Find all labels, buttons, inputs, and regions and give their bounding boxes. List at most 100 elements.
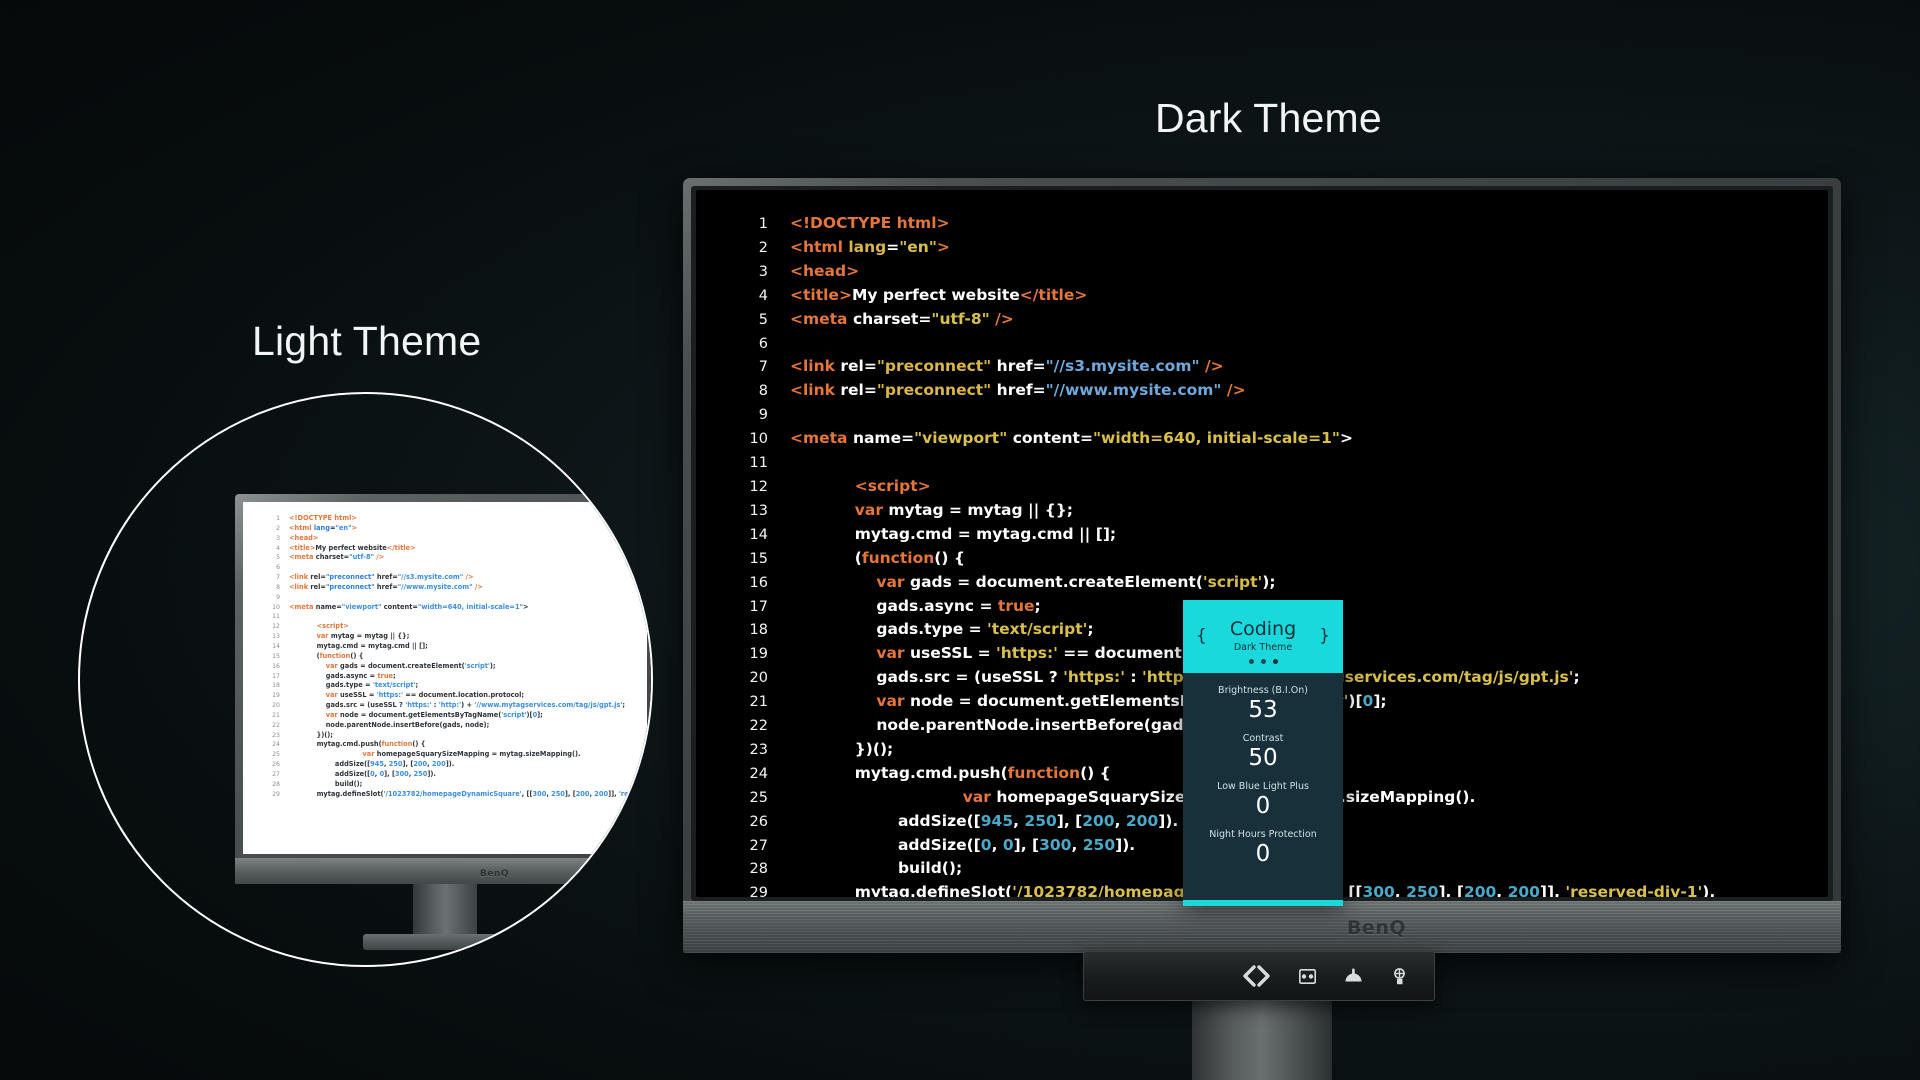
line-number: 28 [749,861,768,878]
line-number: 11 [272,613,280,621]
osd-page-dot[interactable] [1272,659,1278,664]
code-line: 3 <head> [730,260,1715,284]
osd-setting-label: Night Hours Protection [1209,829,1317,840]
code-line: 8 <link rel="preconnect" href="//www.mysi… [730,379,1715,403]
osd-page-dots[interactable] [1183,659,1343,664]
code-line: 1 <!DOCTYPE html> [265,514,647,524]
line-number: 22 [749,718,768,735]
code-line: 20 gads.src = (useSSL ? 'https:' : 'http… [265,701,647,711]
line-number: 10 [749,431,768,448]
osd-setting-row[interactable]: Night Hours Protection 0 [1189,829,1337,867]
line-number: 14 [272,642,280,650]
code-line: 4 <title>My perfect website</title> [265,544,647,554]
code-line: 11 [265,612,647,622]
osd-setting-row[interactable]: Contrast 50 [1189,733,1337,771]
mini-stand-base [363,934,527,950]
line-number: 26 [272,761,280,769]
code-line: 5 <meta charset="utf-8" /> [730,308,1715,332]
osd-page-dot[interactable] [1260,659,1266,664]
line-number: 1 [758,216,768,232]
code-line: 6 [730,332,1715,356]
line-number: 21 [749,694,768,711]
color-mode-icon[interactable] [1391,967,1408,985]
code-line: 15 (function() { [265,652,647,662]
line-number: 25 [272,751,280,759]
code-line: 29 mytag.defineSlot('/1023782/homepageDy… [265,790,647,800]
line-number: 2 [758,239,768,256]
osd-setting-value: 50 [1248,745,1278,771]
line-number: 3 [276,534,280,542]
code-line: 13 var mytag = mytag || {}; [730,499,1715,523]
code-line: 5 <meta charset="utf-8" /> [265,553,647,563]
osd-footer-bar [1183,900,1343,906]
brightness-sensor-icon[interactable] [1344,968,1363,984]
code-line: 7 <link rel="preconnect" href="//s3.mysit… [730,355,1715,379]
osd-header: { } Coding Dark Theme [1183,600,1343,673]
monitor-control-bar[interactable] [1083,951,1435,1001]
mini-monitor-chin: BenQ [235,858,651,884]
code-line: 12 <script> [265,622,647,632]
line-number: 20 [272,702,280,710]
line-number: 18 [272,682,280,690]
line-number: 18 [749,622,768,639]
line-number: 7 [758,359,768,376]
code-line: 13 var mytag = mytag || {}; [265,632,647,642]
line-number: 9 [276,593,280,601]
code-line: 21 var node = document.getElementsByTagN… [265,711,647,721]
code-line: 9 [265,593,647,603]
code-line: 9 [730,403,1715,427]
osd-setting-label: Contrast [1242,733,1284,744]
mini-monitor: 1 <!DOCTYPE html> 2 <html lang="en"> 3 <head>… [235,494,651,950]
line-number: 13 [272,633,280,641]
line-number: 11 [749,455,768,472]
light-theme-heading: Light Theme [252,318,482,364]
line-number: 17 [749,598,768,615]
line-number: 23 [749,741,768,758]
line-number: 15 [272,652,280,660]
brace-right-icon: } [1319,626,1330,646]
osd-page-dot[interactable] [1248,659,1254,664]
osd-setting-value: 0 [1255,793,1271,819]
line-number: 22 [272,721,280,729]
line-number: 12 [749,478,768,495]
line-number: 12 [272,623,280,631]
benq-logo: BenQ [1346,917,1406,939]
code-line: 27 addSize([0, 0], [300, 250]). [265,770,647,780]
osd-mode-subtitle: Dark Theme [1233,641,1293,653]
osd-menu[interactable]: { } Coding Dark Theme Brightness (B.I.On… [1183,600,1343,906]
code-line: 14 mytag.cmd = mytag.cmd || []; [730,523,1715,547]
line-number: 1 [276,515,280,522]
mini-monitor-screen: 1 <!DOCTYPE html> 2 <html lang="en"> 3 <head>… [243,502,647,854]
line-number: 4 [276,544,280,552]
line-number: 16 [749,574,768,591]
line-number: 17 [272,672,280,680]
line-number: 29 [749,885,768,897]
eye-care-icon[interactable] [1299,968,1316,984]
code-line: 7 <link rel="preconnect" href="//s3.mysit… [265,573,647,583]
code-line: 16 var gads = document.createElement('sc… [730,571,1715,595]
code-line: 16 var gads = document.createElement('sc… [265,662,647,672]
line-number: 24 [272,741,280,749]
osd-setting-row[interactable]: Brightness (B.I.On) 53 [1189,685,1337,723]
code-line: 2 <html lang="en"> [730,236,1715,260]
osd-setting-value: 53 [1248,697,1278,723]
code-line: 6 [265,563,647,573]
code-line: 17 gads.async = true; [265,672,647,682]
line-number: 19 [272,692,280,700]
line-number: 6 [276,564,280,572]
line-number: 10 [272,603,280,611]
light-theme-magnifier-circle: 1 <!DOCTYPE html> 2 <html lang="en"> 3 <head>… [78,392,653,967]
line-number: 14 [749,526,768,543]
line-number: 27 [749,837,768,854]
line-number: 16 [272,662,280,670]
line-number: 26 [749,813,768,830]
line-number: 20 [749,670,768,687]
code-line: 10 <meta name="viewport" content="width=6… [265,603,647,613]
code-line: 3 <head> [265,534,647,544]
line-number: 4 [758,287,768,304]
code-brackets-icon[interactable] [1241,965,1271,987]
line-number: 24 [749,765,768,782]
osd-setting-row[interactable]: Low Blue Light Plus 0 [1189,781,1337,819]
line-number: 25 [749,789,768,806]
line-number: 29 [272,790,280,798]
